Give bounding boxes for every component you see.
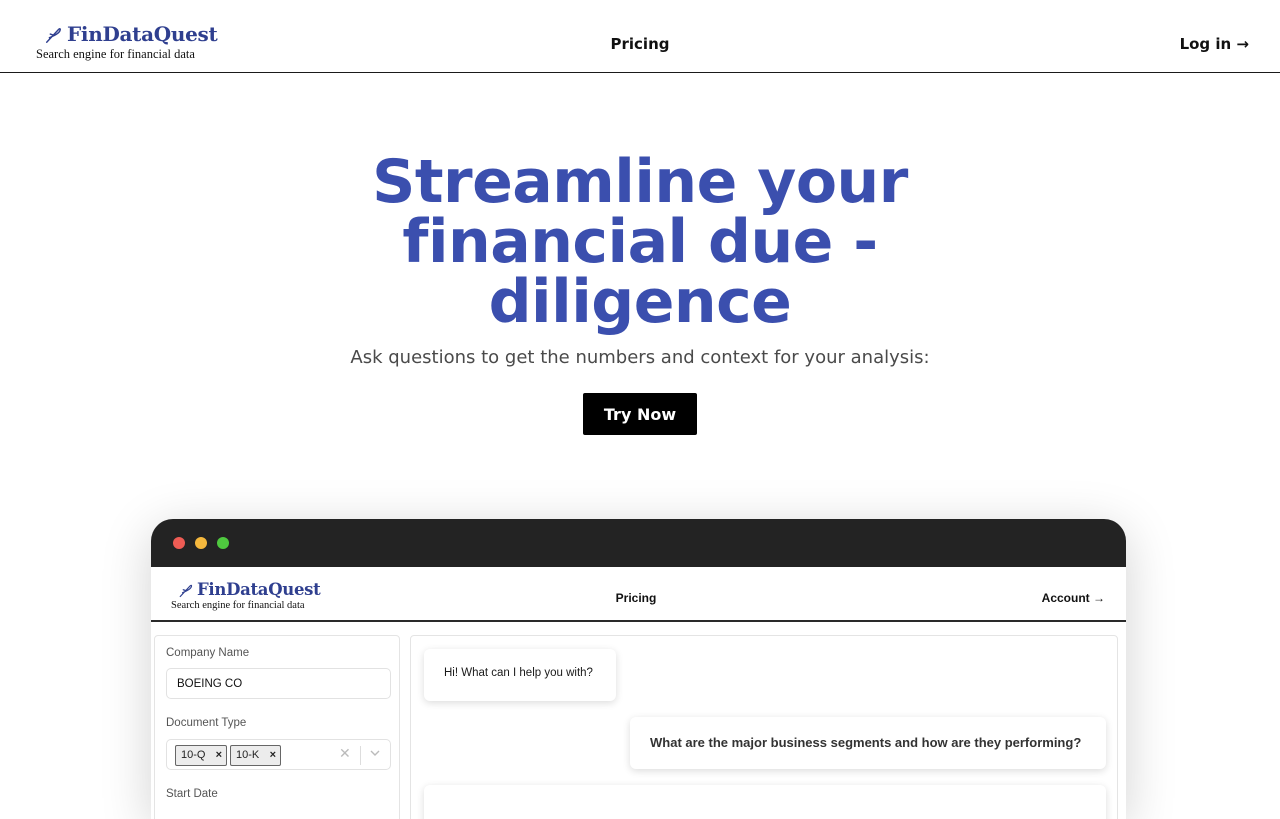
doctype-chip: 10-K × (230, 745, 281, 766)
hero-title: Streamline your financial due - diligenc… (372, 147, 908, 337)
company-name-label: Company Name (166, 647, 250, 659)
chip-remove-icon: × (269, 749, 276, 761)
doctype-chip: 10-Q × (175, 745, 227, 766)
hero-subtitle: Ask questions to get the numbers and con… (350, 347, 930, 368)
user-message: What are the major business segments and… (630, 717, 1106, 769)
quill-logo-icon (179, 584, 193, 598)
bot-message: Hi! What can I help you with? (424, 649, 616, 701)
chevron-down-icon (370, 750, 380, 756)
quill-logo-icon (45, 28, 61, 43)
preview-nav: FinDataQuest Search engine for financial… (151, 567, 1126, 622)
document-type-select: 10-Q × 10-K × ✕ (166, 739, 391, 770)
try-now-button[interactable]: Try Now (583, 393, 697, 435)
window-close-dot (173, 537, 185, 549)
window-titlebar (151, 519, 1126, 567)
preview-filter-panel: Company Name Document Type 10-Q × 10-K ×… (154, 635, 400, 819)
select-divider (360, 746, 361, 765)
brand-tagline: Search engine for financial data (36, 47, 195, 61)
preview-account-link: Account → (1041, 591, 1105, 605)
window-maximize-dot (217, 537, 229, 549)
document-type-label: Document Type (166, 717, 247, 729)
bot-response-message (424, 785, 1106, 819)
nav-pricing-link[interactable]: Pricing (590, 35, 690, 53)
doctype-chip-label: 10-K (236, 749, 260, 761)
app-preview-window: FinDataQuest Search engine for financial… (151, 519, 1126, 819)
doctype-chip-label: 10-Q (181, 749, 206, 761)
window-minimize-dot (195, 537, 207, 549)
preview-pricing-link: Pricing (615, 591, 657, 605)
preview-chat-panel: Hi! What can I help you with? What are t… (410, 635, 1118, 819)
brand-name: FinDataQuest (67, 22, 218, 46)
preview-brand-name: FinDataQuest (197, 580, 321, 599)
chip-remove-icon: × (215, 749, 222, 761)
top-nav: FinDataQuest Search engine for financial… (0, 0, 1280, 73)
start-date-label: Start Date (166, 788, 218, 800)
company-name-input (166, 668, 391, 699)
nav-login-link[interactable]: Log in → (1180, 35, 1249, 53)
preview-brand-tagline: Search engine for financial data (171, 600, 305, 611)
brand-logo[interactable]: FinDataQuest Search engine for financial… (36, 22, 236, 64)
clear-icon: ✕ (339, 746, 351, 762)
preview-brand-logo: FinDataQuest Search engine for financial… (171, 580, 331, 612)
